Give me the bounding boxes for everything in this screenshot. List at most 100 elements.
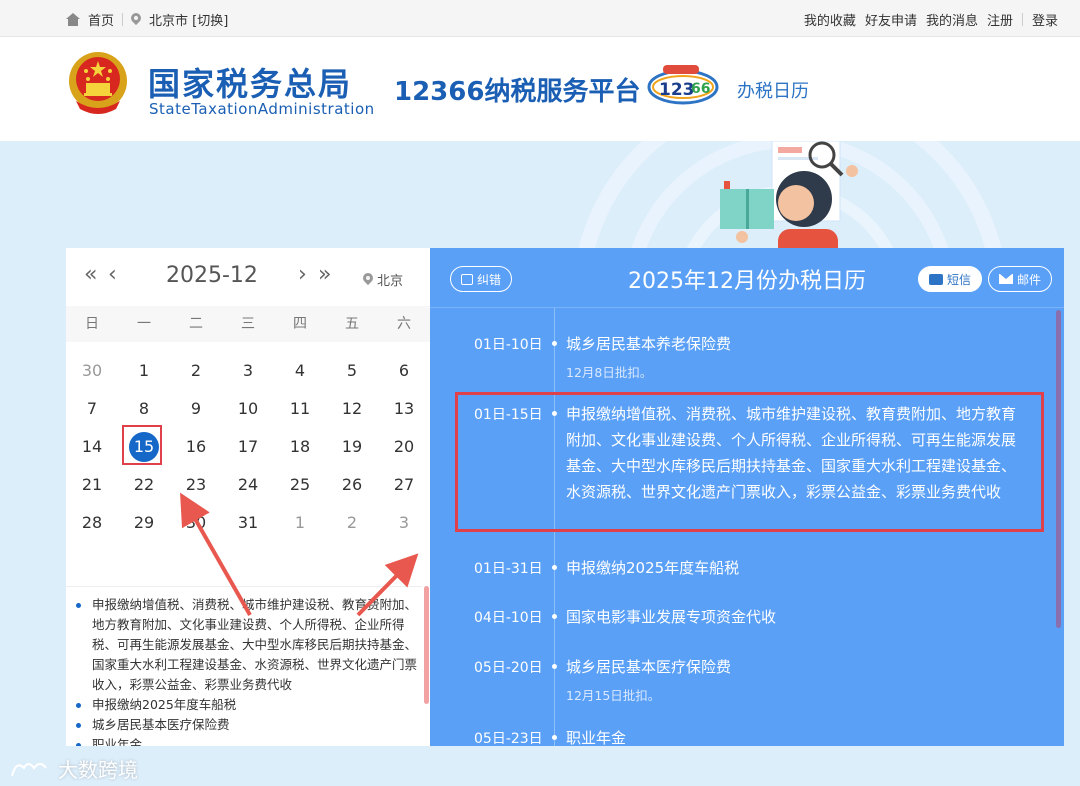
entry-item[interactable]: 国家电影事业发展专项资金代收 xyxy=(566,604,1026,630)
calendar-day[interactable]: 27 xyxy=(378,466,430,504)
calendar-day[interactable]: 20 xyxy=(378,428,430,466)
svg-text:123: 123 xyxy=(659,80,695,100)
location-pin-icon xyxy=(363,273,373,286)
calendar-day[interactable]: 2 xyxy=(170,352,222,390)
calendar-day[interactable]: 30 xyxy=(170,504,222,542)
brand-subtitle: StateTaxationAdministration xyxy=(149,100,375,118)
timeline-dot xyxy=(552,614,557,619)
calendar-day[interactable]: 19 xyxy=(326,428,378,466)
calendar-day[interactable]: 26 xyxy=(326,466,378,504)
calendar-day[interactable]: 10 xyxy=(222,390,274,428)
week-row: 21 22 23 24 25 26 27 xyxy=(66,466,430,504)
weekday-wed: 三 xyxy=(241,316,255,332)
today-highlight-box xyxy=(122,425,162,465)
calendar-day[interactable]: 12 xyxy=(326,390,378,428)
week-row: 7 8 9 10 11 12 13 xyxy=(66,390,430,428)
tax-illustration xyxy=(720,141,858,251)
entry-item[interactable]: 城乡居民基本养老保险费 xyxy=(566,331,1026,357)
weekday-mon: 一 xyxy=(137,316,151,332)
list-item[interactable]: 申报缴纳增值税、消费税、城市维护建设税、教育费附加、地方教育附加、文化事业建设费… xyxy=(76,595,422,695)
svg-text:66: 66 xyxy=(691,81,710,97)
login-link[interactable]: 登录 xyxy=(1032,10,1058,29)
week-row: 14 15 16 17 18 19 20 xyxy=(66,428,430,466)
panel-scrollbar[interactable] xyxy=(1056,310,1061,628)
calendar-day[interactable]: 14 xyxy=(66,428,118,466)
calendar-day[interactable]: 13 xyxy=(378,390,430,428)
top-bar-left: 首页 北京市 [切换] xyxy=(66,10,228,29)
list-item[interactable]: 城乡居民基本医疗保险费 xyxy=(76,715,422,735)
calendar-day[interactable]: 6 xyxy=(378,352,430,390)
calendar-day[interactable]: 9 xyxy=(170,390,222,428)
divider xyxy=(122,13,124,26)
divider xyxy=(1021,13,1023,26)
12366-logo-icon: 123 66 xyxy=(647,65,719,105)
city-switch-link[interactable]: 北京市 [切换] xyxy=(149,10,228,29)
next-year-button[interactable]: » xyxy=(318,262,331,287)
calendar-header: « ‹ 2025-12 › » 北京 xyxy=(66,248,430,306)
prev-year-button[interactable]: « xyxy=(84,262,97,287)
calendar-day[interactable]: 30 xyxy=(66,352,118,390)
calendar-day[interactable]: 1 xyxy=(274,504,326,542)
sms-label: 短信 xyxy=(947,272,972,287)
top-bar: 首页 北京市 [切换] 我的收藏 好友申请 我的消息 注册 登录 xyxy=(0,0,1080,37)
brand-title: 国家税务总局 xyxy=(148,65,353,103)
calendar-day[interactable]: 4 xyxy=(274,352,326,390)
calendar-day[interactable]: 17 xyxy=(222,428,274,466)
register-link[interactable]: 注册 xyxy=(987,10,1013,29)
calendar-day[interactable]: 8 xyxy=(118,390,170,428)
calendar-day[interactable]: 11 xyxy=(274,390,326,428)
prev-month-button[interactable]: ‹ xyxy=(108,262,117,287)
entry-note: 12月15日批扣。 xyxy=(566,688,661,703)
calendar-day[interactable]: 22 xyxy=(118,466,170,504)
watermark-text: 大数跨境 xyxy=(58,758,138,782)
site-header: 国家税务总局 StateTaxationAdministration 12366… xyxy=(0,37,1080,141)
entry-date: 01日-31日 xyxy=(474,561,543,577)
next-month-button[interactable]: › xyxy=(298,262,307,287)
list-item[interactable]: 申报缴纳2025年度车船税 xyxy=(76,695,422,715)
calendar-panel: « ‹ 2025-12 › » 北京 日 一 二 三 四 五 六 30 1 2 … xyxy=(66,248,430,746)
week-row: 30 1 2 3 4 5 6 xyxy=(66,352,430,390)
list-item[interactable]: 职业年金 xyxy=(76,735,422,746)
entry-date: 05日-20日 xyxy=(474,660,543,676)
calendar-day[interactable]: 7 xyxy=(66,390,118,428)
entry-item[interactable]: 职业年金 xyxy=(566,725,1026,746)
timeline-dot xyxy=(552,735,557,740)
calendar-day[interactable]: 25 xyxy=(274,466,326,504)
mail-icon xyxy=(999,274,1013,284)
calendar-day[interactable]: 16 xyxy=(170,428,222,466)
calendar-day[interactable]: 21 xyxy=(66,466,118,504)
top-bar-links: 我的收藏 好友申请 我的消息 注册 登录 xyxy=(804,10,1058,29)
watermark-logo-icon xyxy=(11,762,47,776)
calendar-day[interactable]: 3 xyxy=(378,504,430,542)
mail-button[interactable]: 邮件 xyxy=(988,266,1053,292)
calendar-day[interactable]: 23 xyxy=(170,466,222,504)
weekday-tue: 二 xyxy=(189,316,203,332)
entry-item[interactable]: 城乡居民基本医疗保险费 xyxy=(566,654,1026,680)
mail-label: 邮件 xyxy=(1017,272,1042,287)
calendar-day[interactable]: 2 xyxy=(326,504,378,542)
calendar-day[interactable]: 24 xyxy=(222,466,274,504)
weekday-thu: 四 xyxy=(293,316,307,332)
home-icon[interactable] xyxy=(66,13,80,26)
entry-date: 01日-10日 xyxy=(474,337,543,353)
weekday-fri: 五 xyxy=(345,316,359,332)
calendar-day[interactable]: 3 xyxy=(222,352,274,390)
weekday-header: 日 一 二 三 四 五 六 xyxy=(66,306,430,342)
favorites-link[interactable]: 我的收藏 xyxy=(804,10,856,29)
home-link[interactable]: 首页 xyxy=(88,10,114,29)
calendar-day[interactable]: 28 xyxy=(66,504,118,542)
panel-header: 纠错 2025年12月份办税日历 短信 邮件 xyxy=(430,248,1064,308)
calendar-day[interactable]: 1 xyxy=(118,352,170,390)
friend-requests-link[interactable]: 好友申请 xyxy=(865,10,917,29)
entry-item[interactable]: 申报缴纳2025年度车船税 xyxy=(566,555,1026,581)
calendar-day[interactable]: 5 xyxy=(326,352,378,390)
calendar-city[interactable]: 北京 xyxy=(363,270,403,289)
calendar-month: 2025-12 xyxy=(166,263,258,288)
sms-button[interactable]: 短信 xyxy=(918,266,983,292)
calendar-day[interactable]: 31 xyxy=(222,504,274,542)
list-scrollbar[interactable] xyxy=(424,586,429,704)
calendar-day[interactable]: 29 xyxy=(118,504,170,542)
calendar-day[interactable]: 18 xyxy=(274,428,326,466)
my-messages-link[interactable]: 我的消息 xyxy=(926,10,978,29)
entry-note: 12月8日批扣。 xyxy=(566,365,653,380)
